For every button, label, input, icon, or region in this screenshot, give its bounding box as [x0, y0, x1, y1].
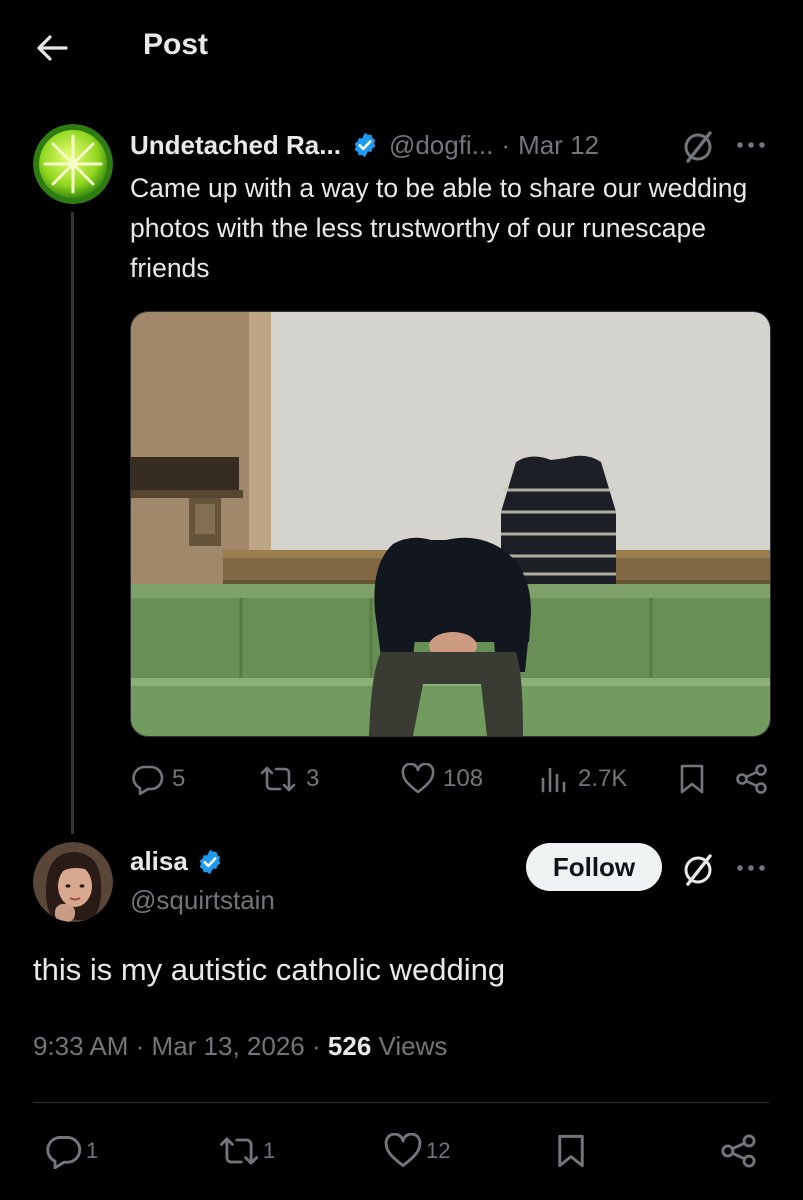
- grok-icon: [684, 131, 712, 163]
- author-handle[interactable]: @dogfi...: [389, 130, 493, 161]
- reply-bubble-icon: [132, 765, 164, 795]
- bookmark-icon: [558, 1134, 584, 1168]
- tweet-photo[interactable]: [130, 311, 771, 737]
- repost-icon: [219, 1137, 259, 1165]
- page-title: Post: [143, 28, 209, 61]
- reply-count: 5: [172, 765, 186, 792]
- author-handle[interactable]: @squirtstain: [130, 885, 275, 916]
- bookmark-button[interactable]: [554, 1133, 588, 1169]
- heart-icon: [401, 763, 435, 794]
- reply-button[interactable]: 1: [46, 1133, 98, 1169]
- tweet-date[interactable]: Mar 13, 2026: [152, 1031, 305, 1061]
- tweet-date[interactable]: Mar 12: [518, 130, 599, 161]
- heart-icon: [384, 1133, 422, 1167]
- tweet-header: Undetached Ra... @dogfi... · Mar 12: [130, 126, 599, 164]
- repost-button[interactable]: 3: [258, 763, 319, 795]
- like-button[interactable]: 108: [401, 763, 483, 795]
- like-count: 108: [443, 765, 484, 792]
- author-name[interactable]: Undetached Ra...: [130, 130, 341, 161]
- bookmark-button[interactable]: [677, 763, 707, 795]
- wedding-photo-image: [131, 312, 770, 736]
- profile-photo-image: [33, 842, 113, 922]
- views-bars-icon: [541, 767, 566, 793]
- verified-badge-icon: [351, 131, 379, 159]
- grok-icon: [684, 854, 712, 886]
- more-options-button[interactable]: [734, 851, 768, 885]
- view-count: 2.7K: [578, 765, 628, 792]
- divider: [33, 1102, 769, 1103]
- views-button[interactable]: 2.7K: [538, 763, 627, 795]
- reply-bubble-icon: [46, 1136, 82, 1169]
- lime-avatar-image: [33, 124, 113, 204]
- tweet-time[interactable]: 9:33 AM: [33, 1031, 128, 1061]
- bookmark-icon: [680, 764, 704, 794]
- grok-button[interactable]: [679, 128, 717, 166]
- share-button[interactable]: [735, 763, 769, 795]
- author-name[interactable]: alisa: [130, 846, 188, 877]
- repost-button[interactable]: 1: [217, 1133, 275, 1169]
- views-count[interactable]: 526: [328, 1031, 371, 1061]
- author-name-row: alisa: [130, 846, 224, 877]
- repost-icon: [260, 766, 296, 792]
- more-dots-icon: [737, 865, 765, 871]
- more-dots-icon: [737, 142, 765, 148]
- separator-dot: ·: [135, 1031, 145, 1061]
- separator-dot: ·: [501, 129, 511, 160]
- tweet-text: Came up with a way to be able to share o…: [130, 173, 748, 283]
- like-button[interactable]: 12: [384, 1133, 450, 1169]
- back-button[interactable]: [34, 30, 70, 66]
- grok-button[interactable]: [679, 851, 717, 889]
- reply-button[interactable]: 5: [132, 763, 185, 795]
- avatar[interactable]: [33, 124, 113, 204]
- tweet-text: this is my autistic catholic wedding: [33, 952, 506, 987]
- follow-button[interactable]: Follow: [526, 843, 662, 891]
- like-count: 12: [426, 1138, 451, 1163]
- separator-dot: ·: [312, 1031, 321, 1061]
- share-button[interactable]: [720, 1133, 758, 1169]
- arrow-left-icon: [37, 35, 68, 61]
- views-label: Views: [378, 1031, 448, 1061]
- share-icon: [721, 1134, 756, 1168]
- repost-count: 3: [306, 765, 320, 792]
- reply-count: 1: [86, 1138, 99, 1163]
- verified-badge-icon: [196, 848, 224, 876]
- share-icon: [736, 764, 767, 794]
- thread-connector: [71, 212, 74, 834]
- tweet-meta: 9:33 AM · Mar 13, 2026 · 526 Views: [33, 1031, 447, 1062]
- avatar[interactable]: [33, 842, 113, 922]
- repost-count: 1: [263, 1138, 276, 1163]
- more-options-button[interactable]: [734, 128, 768, 162]
